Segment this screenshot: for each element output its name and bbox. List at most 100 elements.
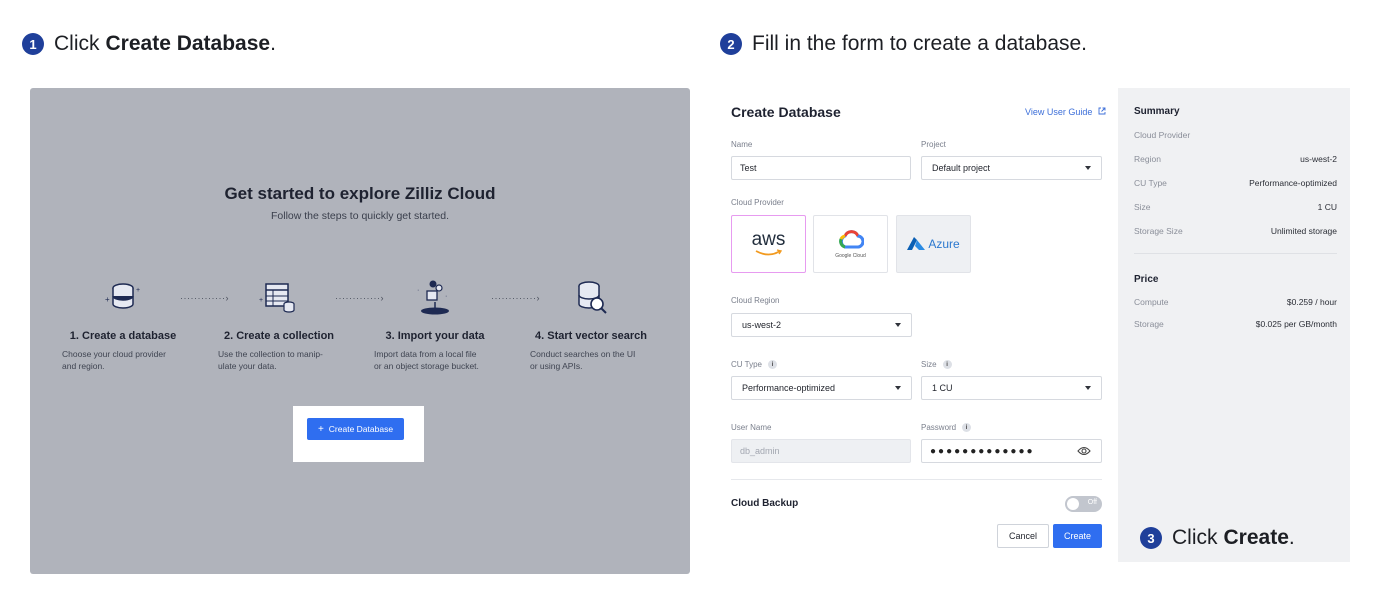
name-input-value: Test [740, 163, 757, 173]
import-data-icon: · · [417, 280, 449, 315]
vector-search-icon [578, 281, 607, 314]
onboarding-step-import-data: · · 3. Import your data Import data from… [360, 276, 510, 372]
eye-icon[interactable] [1077, 445, 1091, 457]
size-select-value: 1 CU [932, 383, 953, 393]
cloud-region-label: Cloud Region [731, 296, 780, 305]
cloud-region-select-value: us-west-2 [742, 320, 782, 330]
project-label: Project [921, 140, 946, 149]
step-number-badge: 3 [1140, 527, 1162, 549]
price-row-value: $0.025 per GB/month [1255, 319, 1337, 329]
onboarding-step-title: 1. Create a database [69, 330, 177, 342]
view-user-guide-link[interactable]: View User Guide [1025, 107, 1106, 117]
form-title: Create Database [731, 104, 841, 120]
info-icon[interactable]: i [942, 360, 952, 369]
price-title: Price [1134, 274, 1159, 285]
form-divider [731, 479, 1102, 480]
external-link-icon [1098, 107, 1106, 115]
svg-text:+: + [259, 297, 263, 304]
onboarding-step-desc: Use the collection to manip- ulate your … [218, 349, 323, 371]
user-name-placeholder: db_admin [740, 446, 780, 456]
collection-table-icon: + [259, 283, 295, 313]
plus-icon: + [317, 423, 324, 435]
cloud-region-select[interactable]: us-west-2 [731, 313, 912, 337]
create-database-button[interactable]: + Create Database [307, 418, 404, 440]
provider-gcp-option[interactable]: Google Cloud [813, 215, 888, 273]
onboarding-step-title: 4. Start vector search [535, 330, 647, 342]
cu-type-select-value: Performance-optimized [742, 383, 836, 393]
password-input[interactable]: ●●●●●●●●●●●●● [921, 439, 1102, 463]
caret-down-icon [1085, 386, 1091, 390]
step-3-prefix: Click [1172, 526, 1218, 549]
step-2-text: Fill in the form to create a database. [752, 32, 1088, 55]
toggle-knob [1067, 498, 1079, 510]
onboarding-step-desc: Conduct searches on the UI or using APIs… [530, 349, 636, 371]
size-label-text: Size [921, 360, 937, 369]
step-2-instruction: 2 Fill in the form to create a database. [720, 32, 1087, 56]
onboarding-step-desc: Choose your cloud provider and region. [62, 349, 166, 371]
create-database-highlight: + Create Database [293, 406, 424, 462]
password-label-text: Password [921, 423, 957, 432]
project-select[interactable]: Default project [921, 156, 1102, 180]
create-database-form: Create Database View User Guide Name Tes… [718, 88, 1118, 574]
user-name-label: User Name [731, 423, 772, 432]
cloud-backup-toggle[interactable]: Off [1065, 496, 1102, 512]
aws-smile-icon [755, 249, 782, 256]
size-select[interactable]: 1 CU [921, 376, 1102, 400]
provider-aws-option[interactable]: aws [731, 215, 806, 273]
summary-row: Region us-west-2 [1134, 154, 1337, 164]
database-icon: + + [105, 283, 140, 309]
price-row-value: $0.259 / hour [1286, 297, 1337, 307]
name-label: Name [731, 140, 753, 149]
azure-label: Azure [928, 237, 960, 251]
google-cloud-icon [838, 229, 864, 248]
view-user-guide-label: View User Guide [1025, 107, 1093, 117]
cu-type-label-text: CU Type [731, 360, 762, 369]
caret-down-icon [895, 386, 901, 390]
summary-row-label: Size [1134, 202, 1151, 212]
onboarding-step-title: 3. Import your data [385, 330, 485, 342]
onboarding-step-create-collection: + 2. Create a collection Use the collect… [204, 276, 354, 372]
cu-type-label: CU Type i [731, 360, 777, 369]
summary-row-value: us-west-2 [1300, 154, 1337, 164]
cloud-backup-label: Cloud Backup [731, 498, 799, 509]
summary-row: Size 1 CU [1134, 202, 1337, 212]
password-masked-value: ●●●●●●●●●●●●● [930, 445, 1035, 457]
onboarding-step-title: 2. Create a collection [223, 330, 335, 342]
user-name-input[interactable]: db_admin [731, 439, 911, 463]
summary-row-value: Unlimited storage [1270, 226, 1337, 236]
google-cloud-label: Google Cloud [835, 252, 866, 259]
onboarding-title: Get started to explore Zilliz Cloud [224, 184, 496, 203]
name-input[interactable]: Test [731, 156, 911, 180]
onboarding-step-vector-search: 4. Start vector search Conduct searches … [516, 276, 666, 372]
summary-row-value: Performance-optimized [1249, 178, 1337, 188]
cu-type-select[interactable]: Performance-optimized [731, 376, 912, 400]
info-icon[interactable]: i [767, 360, 777, 369]
create-button[interactable]: Create [1053, 524, 1102, 548]
create-database-button-label: Create Database [328, 424, 394, 434]
step-1-instruction: 1 Click Create Database . [22, 32, 276, 56]
caret-down-icon [895, 323, 901, 327]
onboarding-step-desc: Import data from a local file or an obje… [374, 349, 479, 371]
toggle-state-label: Off [1087, 499, 1097, 506]
password-label: Password i [921, 423, 972, 432]
step-1-prefix: Click [54, 32, 100, 55]
step-1-bold: Create Database [105, 32, 271, 55]
step-3-bold: Create [1223, 526, 1289, 549]
info-icon[interactable]: i [962, 423, 972, 432]
step-1-suffix: . [270, 32, 276, 55]
summary-row: Storage Size Unlimited storage [1134, 226, 1337, 236]
summary-row-label: Storage Size [1134, 226, 1183, 236]
summary-row: Cloud Provider [1134, 130, 1337, 140]
summary-row: CU Type Performance-optimized [1134, 178, 1337, 188]
provider-azure-option[interactable]: Azure [896, 215, 971, 273]
summary-row-label: CU Type [1134, 178, 1167, 188]
svg-text:+: + [136, 287, 140, 294]
summary-divider [1134, 253, 1337, 254]
cancel-button[interactable]: Cancel [997, 524, 1049, 548]
step-number-badge: 2 [720, 33, 742, 55]
svg-text:·: · [417, 287, 419, 294]
onboarding-panel: Get started to explore Zilliz Cloud Foll… [30, 88, 690, 574]
summary-panel: Summary Cloud Provider Region us-west-2 … [1118, 88, 1350, 562]
svg-text:·: · [445, 293, 447, 300]
svg-text:+: + [105, 295, 110, 304]
